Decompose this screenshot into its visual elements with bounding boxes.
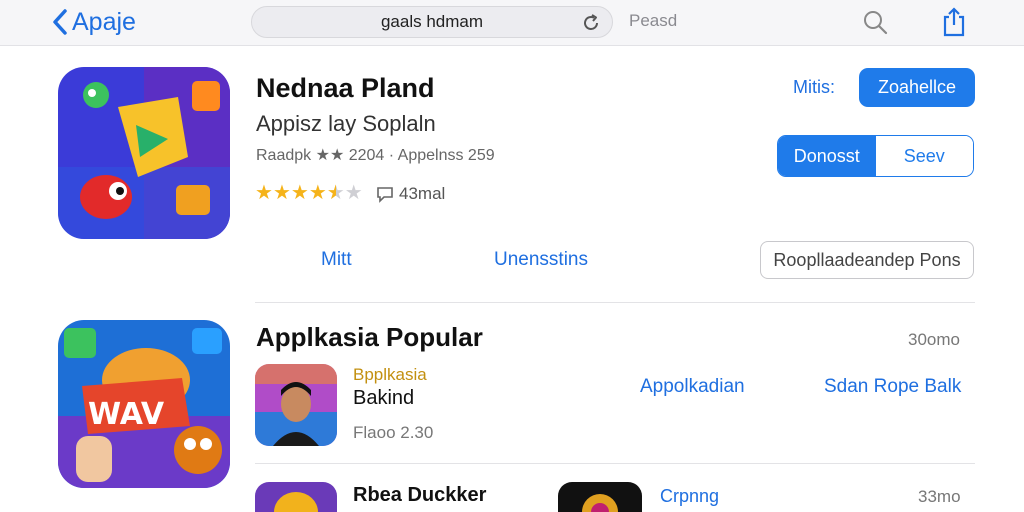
back-button[interactable]: Apaje: [52, 6, 136, 38]
outline-button[interactable]: Roopllaadeandep Pons: [760, 241, 974, 279]
segmented-control: Donosst Seev: [777, 135, 974, 177]
item-price: Flaoo 2.30: [353, 423, 434, 442]
search-field[interactable]: gaals hdmam: [251, 6, 613, 38]
item-name: Bakind: [353, 387, 415, 409]
divider: [255, 463, 975, 464]
rating-count-text: 43mal: [399, 184, 446, 203]
segment-seev[interactable]: Seev: [875, 136, 973, 176]
star-icon: ★: [326, 182, 345, 204]
search-icon[interactable]: [860, 6, 890, 38]
reload-icon[interactable]: [580, 12, 602, 39]
chevron-left-icon: [53, 9, 67, 35]
share-icon[interactable]: [939, 6, 969, 38]
popular-app-icon[interactable]: WAV: [58, 320, 230, 488]
primary-button[interactable]: Zoahellce: [859, 68, 975, 107]
nav-extra-label[interactable]: Peasd: [629, 11, 677, 31]
bottom-item-name: Rbea Duckker: [353, 484, 487, 506]
right-label[interactable]: Mitis:: [793, 77, 835, 98]
rating-stars: ★ ★ ★ ★ ★ ★: [255, 183, 363, 203]
app-meta: Raadpk ★★ 2204 · Appelnss 259: [256, 147, 495, 164]
star-icon: ★: [272, 182, 291, 204]
item-thumbnail[interactable]: [255, 364, 337, 446]
comment-icon: [377, 187, 393, 203]
link-unensstins[interactable]: Unensstins: [494, 249, 588, 271]
featured-app-icon[interactable]: [58, 67, 230, 239]
star-icon: ★: [344, 182, 363, 204]
link-sdan-rope-balk[interactable]: Sdan Rope Balk: [824, 376, 961, 398]
app-subtitle: Appisz lay Soplaln: [256, 111, 436, 136]
item-category: Bpplkasia: [353, 365, 427, 384]
star-icon: ★: [290, 182, 309, 204]
bottom-item-thumbnail[interactable]: [255, 482, 337, 512]
divider: [255, 302, 975, 303]
section-title: Applkasia Popular: [256, 322, 483, 352]
bottom-item-thumbnail-2[interactable]: [558, 482, 642, 512]
segment-donosst[interactable]: Donosst: [778, 136, 876, 176]
bottom-item-label[interactable]: Crpnng: [660, 486, 719, 507]
link-appolkadian[interactable]: Appolkadian: [640, 376, 745, 398]
search-text: gaals hdmam: [380, 12, 484, 31]
app-title: Nednaa Pland: [256, 73, 435, 103]
link-mitt[interactable]: Mitt: [321, 249, 352, 271]
star-icon: ★: [308, 182, 327, 204]
see-more-link[interactable]: 30omo: [908, 330, 960, 350]
rating-count: 43mal: [375, 184, 445, 204]
back-label: Apaje: [72, 7, 136, 36]
star-icon: ★: [255, 182, 273, 204]
navigation-bar: Apaje gaals hdmam Peasd: [0, 0, 1024, 46]
bottom-see-more[interactable]: 33mo: [918, 487, 961, 507]
svg-text:WAV: WAV: [88, 397, 165, 432]
